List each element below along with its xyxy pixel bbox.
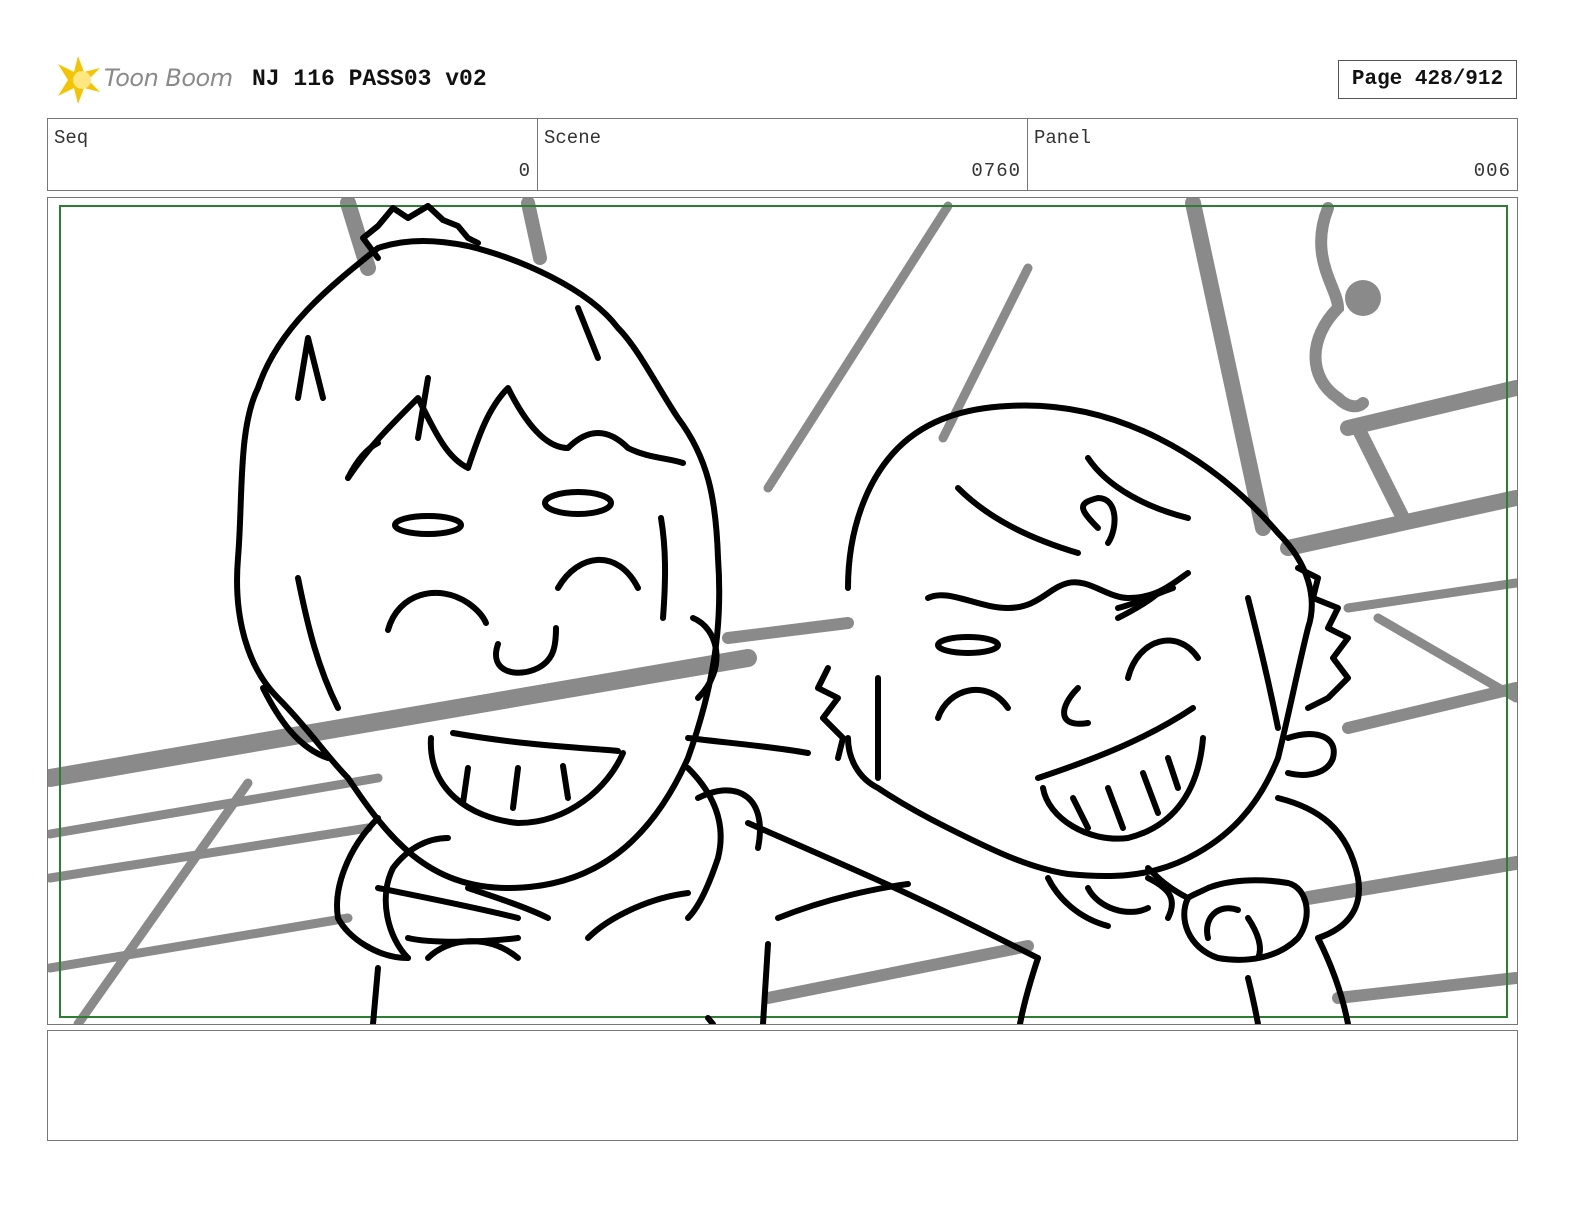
scene-cell: Scene 0760 bbox=[538, 119, 1028, 190]
seq-label: Seq bbox=[54, 127, 89, 149]
seq-cell: Seq 0 bbox=[48, 119, 538, 190]
seq-value: 0 bbox=[518, 160, 531, 182]
storyboard-panel bbox=[47, 197, 1518, 1025]
logo-wordmark: Toon Boom bbox=[104, 64, 233, 92]
panel-value: 006 bbox=[1473, 160, 1511, 182]
panel-info-row: Seq 0 Scene 0760 Panel 006 bbox=[47, 118, 1518, 191]
scene-value: 0760 bbox=[971, 160, 1021, 182]
safe-frame bbox=[59, 205, 1508, 1018]
page-counter: Page 428/912 bbox=[1338, 60, 1517, 99]
storyboard-sketch bbox=[48, 198, 1517, 1024]
document-title: NJ 116 PASS03 v02 bbox=[252, 66, 487, 92]
panel-label: Panel bbox=[1034, 127, 1092, 149]
panel-cell: Panel 006 bbox=[1028, 119, 1517, 190]
scene-label: Scene bbox=[544, 127, 602, 149]
panel-notes-box bbox=[47, 1030, 1518, 1141]
